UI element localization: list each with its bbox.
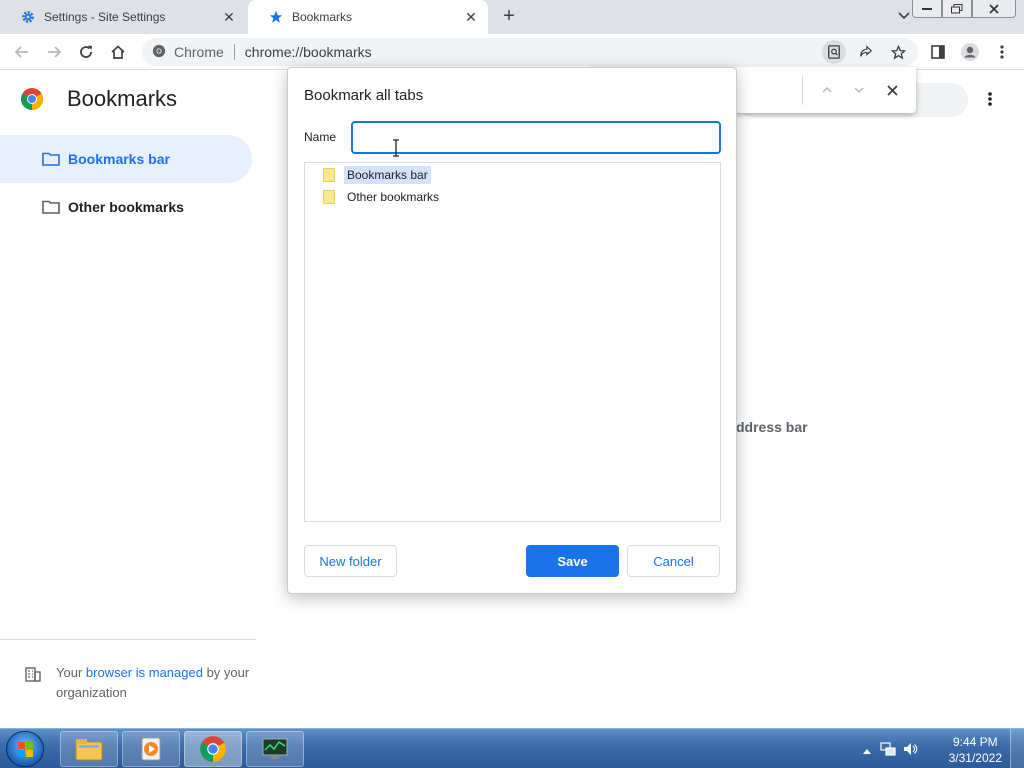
star-icon[interactable] [886,40,910,64]
name-label: Name [304,130,337,144]
back-arrow-icon[interactable] [10,40,34,64]
reload-icon[interactable] [74,40,98,64]
network-icon[interactable] [880,741,896,760]
taskbar: 9:44 PM 3/31/2022 [0,728,1024,768]
taskbar-explorer[interactable] [60,731,118,767]
close-icon[interactable]: ✕ [220,8,238,26]
monitor-icon [262,738,288,759]
text-cursor-icon [391,139,401,157]
home-icon[interactable] [106,40,130,64]
window-controls [912,0,1016,18]
tree-item-label: Bookmarks bar [344,166,431,184]
tab-strip: Settings - Site Settings ✕ Bookmarks ✕ + [0,0,1024,34]
menu-kebab-icon[interactable] [990,40,1014,64]
name-input[interactable] [351,121,721,154]
sidebar-item-label: Bookmarks bar [68,151,170,167]
close-icon[interactable]: ✕ [462,8,480,26]
page-title: Bookmarks [67,86,178,111]
chevron-up-icon[interactable] [862,743,872,758]
minimize-button[interactable] [912,0,942,18]
managed-text: Your browser is managed by your organiza… [56,663,256,703]
building-icon [24,665,42,683]
folder-tree: Bookmarks bar Other bookmarks [304,162,721,522]
new-tab-button[interactable]: + [498,6,520,28]
toolbar: Chrome chrome://bookmarks [0,34,1024,70]
chrome-logo-icon [200,736,226,762]
system-tray: 9:44 PM 3/31/2022 [858,729,1024,768]
show-desktop-button[interactable] [1010,729,1024,768]
tab-title: Bookmarks [292,10,353,24]
share-icon[interactable] [854,40,878,64]
tree-item-other-bookmarks[interactable]: Other bookmarks [323,187,442,207]
save-button[interactable]: Save [526,545,619,577]
tab-settings[interactable]: Settings - Site Settings ✕ [0,0,246,34]
folder-icon [75,739,103,761]
sidebar: Bookmarks bar Other bookmarks [0,127,256,728]
tree-item-bookmarks-bar[interactable]: Bookmarks bar [323,165,431,185]
chevron-down-icon[interactable] [894,8,914,28]
taskbar-media-player[interactable] [122,731,180,767]
profile-avatar-icon[interactable] [958,40,982,64]
folder-icon [42,200,60,214]
forward-arrow-icon[interactable] [42,40,66,64]
clock[interactable]: 9:44 PM 3/31/2022 [949,734,1002,766]
new-folder-button[interactable]: New folder [304,545,397,577]
clock-time: 9:44 PM [952,735,998,749]
taskbar-task-manager[interactable] [246,731,304,767]
bookmark-all-tabs-dialog: Bookmark all tabs Name Bookmarks bar Oth… [287,67,737,594]
window-close-button[interactable] [972,0,1016,18]
omnibox[interactable]: Chrome chrome://bookmarks [142,38,918,66]
find-in-page-icon[interactable] [822,40,846,64]
volume-icon[interactable] [902,741,918,760]
side-panel-icon[interactable] [926,40,950,64]
gear-icon [20,9,36,25]
divider [0,639,256,640]
managed-prefix: Your [56,665,86,680]
tab-bookmarks[interactable]: Bookmarks ✕ [248,0,488,34]
folder-icon [42,152,60,166]
folder-icon [323,168,335,182]
folder-icon [323,190,335,204]
start-button[interactable] [6,731,44,767]
windows-logo-icon [18,742,33,757]
taskbar-chrome[interactable] [184,731,242,767]
media-player-icon [141,737,161,761]
site-label: Chrome [174,44,224,60]
divider [802,75,803,105]
chrome-logo-icon [20,87,44,111]
close-icon[interactable] [881,79,903,101]
chevron-up-icon[interactable] [816,79,838,101]
empty-state-text: ddress bar [736,419,808,435]
cancel-button[interactable]: Cancel [627,545,720,577]
star-icon [268,9,284,25]
omnibox-actions [822,40,910,64]
sidebar-item-other-bookmarks[interactable]: Other bookmarks [0,183,252,231]
chevron-down-icon[interactable] [848,79,870,101]
sidebar-item-bookmarks-bar[interactable]: Bookmarks bar [0,135,252,183]
tree-item-label: Other bookmarks [347,190,440,204]
managed-link[interactable]: browser is managed [86,665,203,680]
dialog-title: Bookmark all tabs [304,87,424,104]
clock-date: 3/31/2022 [948,751,1002,765]
sidebar-item-label: Other bookmarks [68,199,184,215]
url-text[interactable]: chrome://bookmarks [245,44,372,60]
chrome-logo-icon [152,44,166,61]
divider [233,44,235,60]
tab-title: Settings - Site Settings [44,10,166,24]
restore-button[interactable] [942,0,972,18]
organize-menu-icon[interactable] [980,87,1000,111]
